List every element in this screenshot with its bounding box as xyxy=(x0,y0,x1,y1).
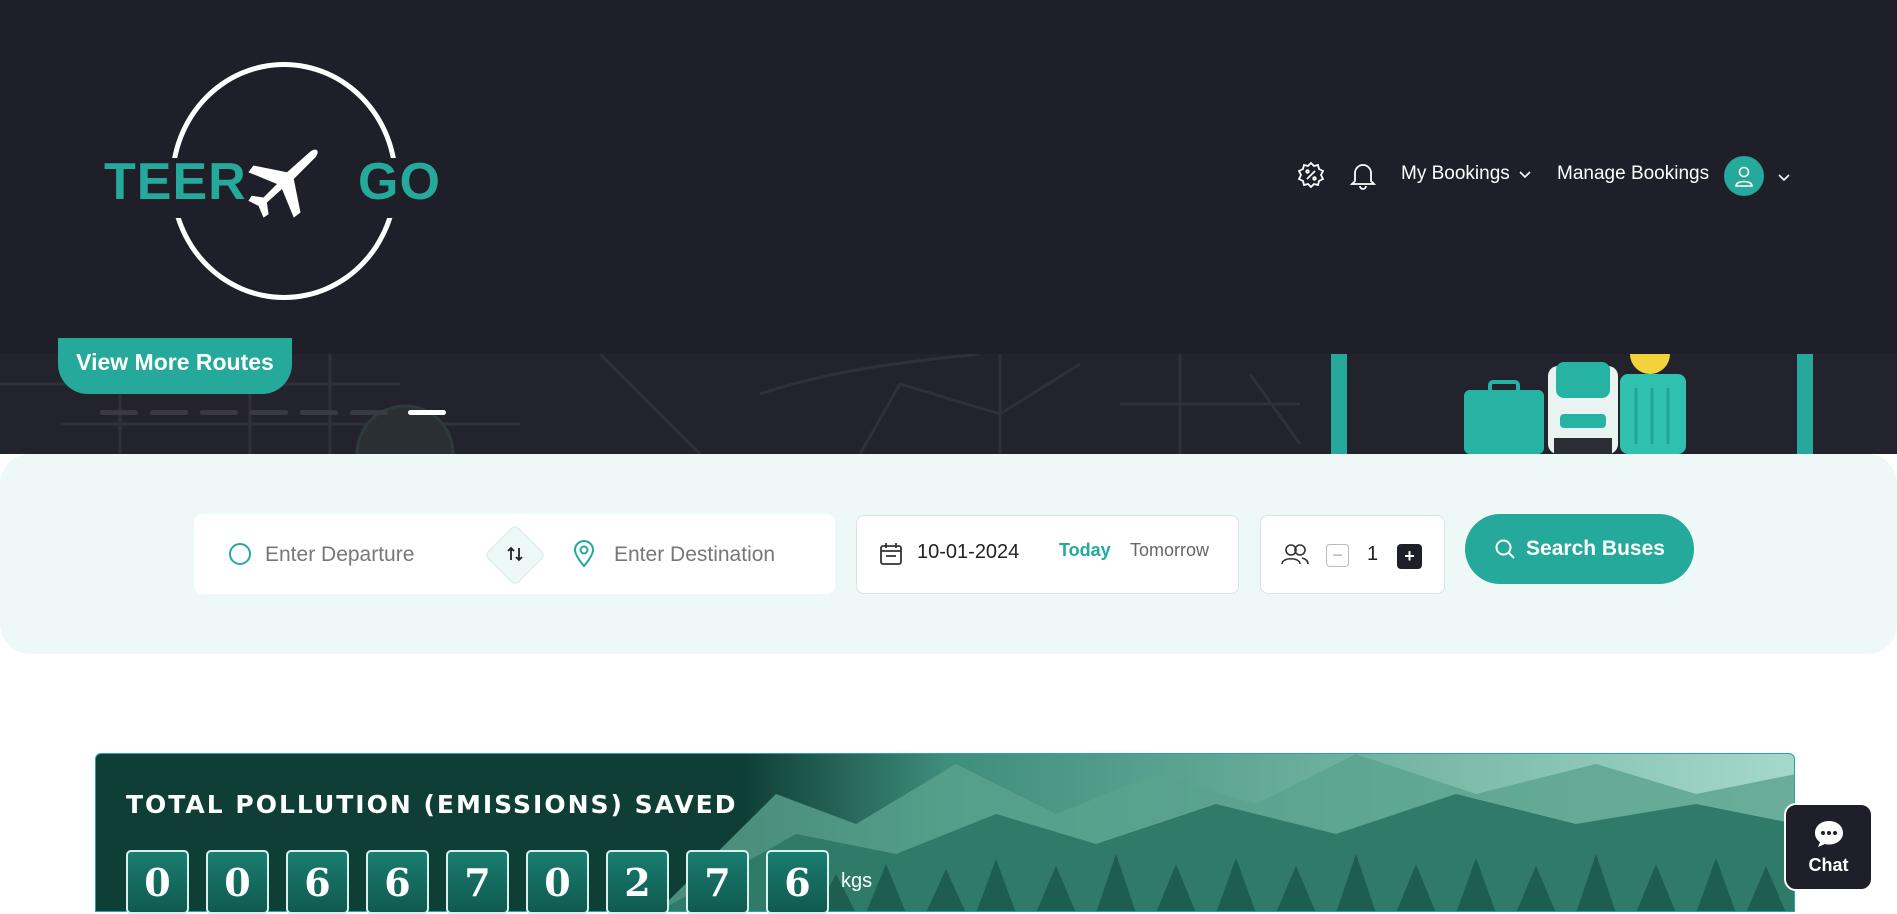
swap-arrows-icon[interactable] xyxy=(503,542,527,566)
carousel-dot-active[interactable] xyxy=(408,410,446,415)
search-buses-label: Search Buses xyxy=(1526,537,1665,560)
counter-digit: 7 xyxy=(446,850,509,914)
chat-button[interactable]: Chat xyxy=(1784,803,1873,891)
carousel-dot[interactable] xyxy=(100,410,138,415)
counter-digit: 0 xyxy=(206,850,269,914)
carousel-dot[interactable] xyxy=(200,410,238,415)
luggage-illustration xyxy=(1464,354,1686,454)
counter-digit: 6 xyxy=(286,850,349,914)
manage-bookings-link[interactable]: Manage Bookings xyxy=(1557,163,1709,185)
discount-badge-icon[interactable] xyxy=(1296,160,1326,190)
origin-circle-icon xyxy=(229,543,251,565)
carousel-dot[interactable] xyxy=(250,410,288,415)
bell-icon[interactable] xyxy=(1348,160,1378,190)
increase-passengers-button[interactable]: + xyxy=(1397,544,1422,569)
counter-digit: 6 xyxy=(766,850,829,914)
logo-word-left: TEER xyxy=(104,153,247,211)
logo-word-right: GO xyxy=(358,153,441,211)
travel-date[interactable]: 10-01-2024 xyxy=(917,541,1019,564)
carousel-dot[interactable] xyxy=(300,410,338,415)
location-pin-icon xyxy=(573,540,595,568)
chat-bubble-icon xyxy=(1814,820,1843,847)
counter-digit: 0 xyxy=(126,850,189,914)
chevron-down-icon[interactable] xyxy=(1776,170,1792,186)
departure-input[interactable] xyxy=(265,538,475,572)
carousel-dots xyxy=(100,410,446,415)
user-avatar[interactable] xyxy=(1724,156,1764,196)
tomorrow-option[interactable]: Tomorrow xyxy=(1130,540,1209,561)
search-icon xyxy=(1495,539,1515,559)
counter-digit: 7 xyxy=(686,850,749,914)
teergo-logo[interactable]: TEER GO xyxy=(100,58,450,303)
user-icon xyxy=(1735,166,1753,187)
carousel-dot[interactable] xyxy=(150,410,188,415)
decrease-passengers-button[interactable]: − xyxy=(1326,544,1349,567)
counter-digit: 6 xyxy=(366,850,429,914)
pollution-counter: 0 0 6 6 7 0 2 7 6 kgs xyxy=(126,850,872,914)
carousel-dot[interactable] xyxy=(350,410,388,415)
calendar-icon xyxy=(880,543,902,565)
airplane-icon xyxy=(248,149,318,218)
passengers-icon xyxy=(1281,544,1309,565)
passenger-count: 1 xyxy=(1367,543,1379,565)
destination-input[interactable] xyxy=(614,538,824,572)
counter-digit: 2 xyxy=(606,850,669,914)
chat-label: Chat xyxy=(1808,854,1849,875)
view-more-routes-button[interactable]: View More Routes xyxy=(58,338,292,394)
today-option[interactable]: Today xyxy=(1059,540,1111,561)
counter-unit: kgs xyxy=(841,870,873,892)
pollution-title: TOTAL POLLUTION (EMISSIONS) SAVED xyxy=(126,790,738,819)
counter-digit: 0 xyxy=(526,850,589,914)
my-bookings-menu[interactable]: My Bookings xyxy=(1401,163,1510,185)
search-buses-button[interactable]: Search Buses xyxy=(1465,514,1694,584)
chevron-down-icon[interactable] xyxy=(1517,167,1533,183)
